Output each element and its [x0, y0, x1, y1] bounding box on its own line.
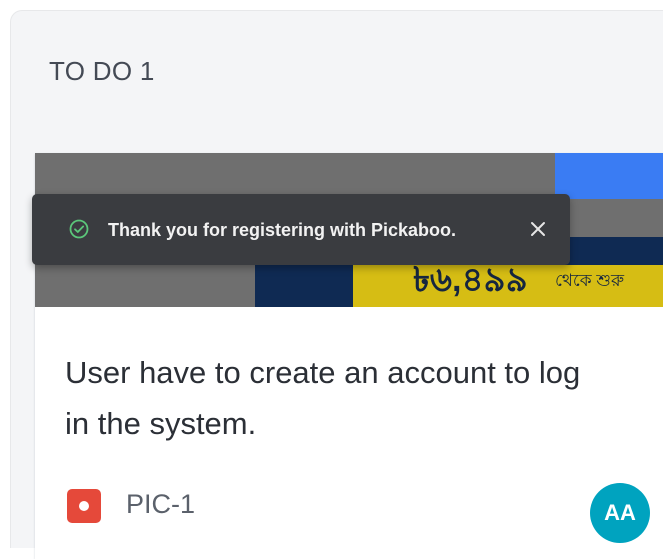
toast-message: Thank you for registering with Pickaboo. [108, 220, 457, 240]
bug-icon [67, 489, 101, 523]
cover-image-price: ৳৬,৪৯৯ [413, 261, 528, 299]
success-toast: Thank you for registering with Pickaboo. [32, 194, 570, 265]
close-icon[interactable] [528, 219, 548, 239]
card-summary: User have to create an account to log in… [65, 355, 581, 441]
issue-key[interactable]: PIC-1 [126, 487, 195, 521]
check-circle-icon [69, 219, 89, 239]
assignee-avatar[interactable]: AA [590, 483, 650, 543]
cover-image-blue-block [555, 153, 663, 199]
cover-image-price-suffix: থেকে শুরু [555, 271, 625, 290]
column-title: TO DO 1 [49, 56, 155, 86]
board-column-todo: TO DO 1 ৳৬,৪৯৯ থেকে শুরু User have to cr… [10, 10, 663, 559]
